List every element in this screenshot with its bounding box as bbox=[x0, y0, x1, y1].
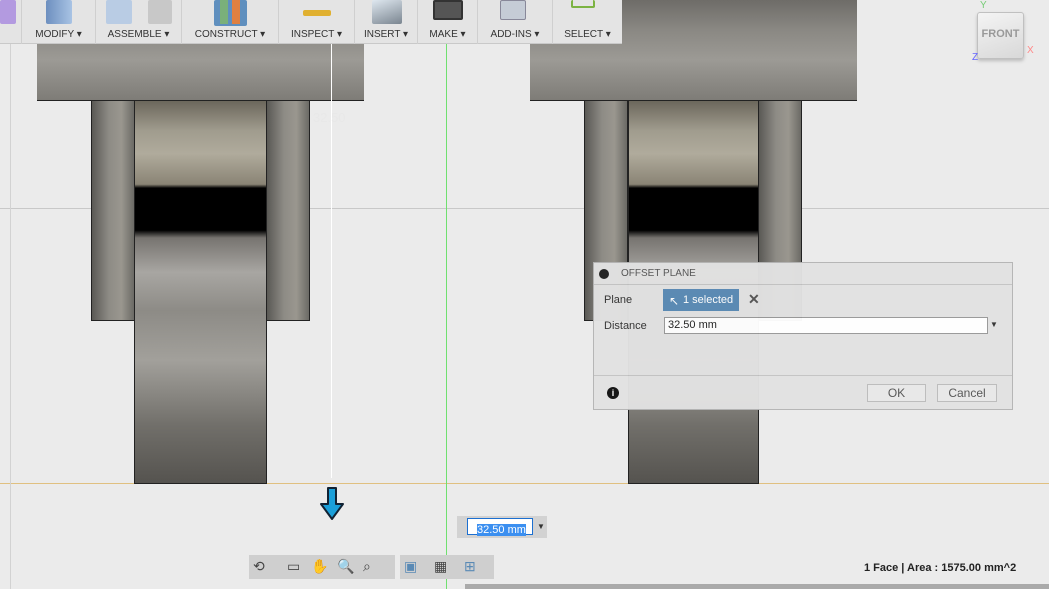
select-cursor-icon bbox=[571, 0, 595, 8]
fit-zoom-icon[interactable]: ⌕ bbox=[363, 558, 371, 575]
zoom-icon[interactable]: 🔍 bbox=[337, 558, 354, 575]
distance-input[interactable]: 32.50 mm bbox=[664, 317, 988, 334]
part-left-side[interactable] bbox=[266, 100, 310, 321]
3d-print-icon bbox=[433, 0, 463, 20]
pan-hand-icon[interactable]: ✋ bbox=[311, 558, 328, 575]
dimension-label: 32.50 bbox=[313, 110, 346, 125]
navigation-toolbar: ⟲ ▭ ✋ 🔍 ⌕ bbox=[249, 555, 395, 579]
cursor-icon: ↖ bbox=[669, 294, 680, 308]
toolbar-group-modify[interactable]: MODIFY ▾ bbox=[22, 0, 96, 44]
modify-icon bbox=[46, 0, 72, 24]
toolbar-group-assemble[interactable]: ASSEMBLE ▾ bbox=[96, 0, 182, 44]
plane-selection-button[interactable]: ↖ 1 selected bbox=[663, 289, 739, 311]
ok-button[interactable]: OK bbox=[867, 384, 926, 402]
axis-y-label: Y bbox=[980, 0, 987, 11]
clear-selection-icon[interactable]: ✕ bbox=[748, 291, 760, 308]
drag-arrow-icon[interactable] bbox=[318, 486, 346, 522]
grid-line bbox=[10, 0, 11, 589]
display-toolbar: ▣ ▦ ⊞ bbox=[400, 555, 494, 579]
toolbar-group-select[interactable]: SELECT ▾ bbox=[553, 0, 622, 44]
info-icon[interactable]: i bbox=[607, 387, 619, 399]
viewcube-face[interactable]: FRONT bbox=[978, 28, 1023, 40]
look-at-icon[interactable]: ▭ bbox=[287, 558, 300, 575]
toolbar-group-insert[interactable]: INSERT ▾ bbox=[355, 0, 418, 44]
toolbar-group-create[interactable] bbox=[0, 0, 22, 44]
toolbar-group-inspect[interactable]: INSPECT ▾ bbox=[279, 0, 355, 44]
viewports-icon[interactable]: ⊞ bbox=[464, 558, 476, 575]
inline-distance-input[interactable]: 32.50 mm bbox=[467, 518, 533, 536]
scrollbar[interactable] bbox=[465, 584, 1049, 589]
viewcube[interactable]: FRONT bbox=[977, 12, 1024, 59]
axis-x-label: X bbox=[1027, 45, 1034, 56]
orbit-icon[interactable]: ⟲ bbox=[253, 558, 265, 575]
part-left-side[interactable] bbox=[91, 100, 135, 321]
toolbar-group-add-ins[interactable]: ADD-INS ▾ bbox=[478, 0, 553, 44]
inline-distance-box: 32.50 mm ▼ bbox=[457, 516, 547, 538]
offset-dimension-line bbox=[331, 40, 332, 478]
cancel-button[interactable]: Cancel bbox=[937, 384, 997, 402]
offset-plane-dialog: OFFSET PLANE Plane ↖ 1 selected ✕ Distan… bbox=[593, 262, 1013, 410]
inline-dropdown-icon[interactable]: ▼ bbox=[537, 522, 545, 531]
scripts-gear-icon bbox=[500, 0, 526, 20]
dialog-header[interactable]: OFFSET PLANE bbox=[594, 263, 1012, 285]
toolbar-group-construct[interactable]: CONSTRUCT ▾ bbox=[182, 0, 279, 44]
assemble-icon bbox=[106, 0, 132, 24]
ruler-icon bbox=[303, 10, 331, 16]
status-text: 1 Face | Area : 1575.00 mm^2 bbox=[864, 562, 1017, 574]
toolbar-group-make[interactable]: MAKE ▾ bbox=[418, 0, 478, 44]
insert-image-icon bbox=[372, 0, 402, 24]
construct-icon bbox=[214, 0, 247, 26]
distance-label: Distance bbox=[604, 320, 647, 332]
display-settings-icon[interactable]: ▣ bbox=[404, 558, 417, 575]
axis-z-label: Z bbox=[972, 52, 979, 63]
green-axis-line bbox=[446, 0, 447, 589]
distance-dropdown-icon[interactable]: ▼ bbox=[990, 320, 998, 329]
plane-label: Plane bbox=[604, 294, 633, 306]
toolbar: MODIFY ▾ ASSEMBLE ▾ CONSTRUCT ▾ INSPECT … bbox=[0, 0, 622, 44]
dialog-title: OFFSET PLANE bbox=[621, 268, 696, 279]
part-left-column[interactable] bbox=[134, 100, 267, 484]
collapse-icon[interactable] bbox=[599, 269, 609, 279]
grid-settings-icon[interactable]: ▦ bbox=[434, 558, 447, 575]
